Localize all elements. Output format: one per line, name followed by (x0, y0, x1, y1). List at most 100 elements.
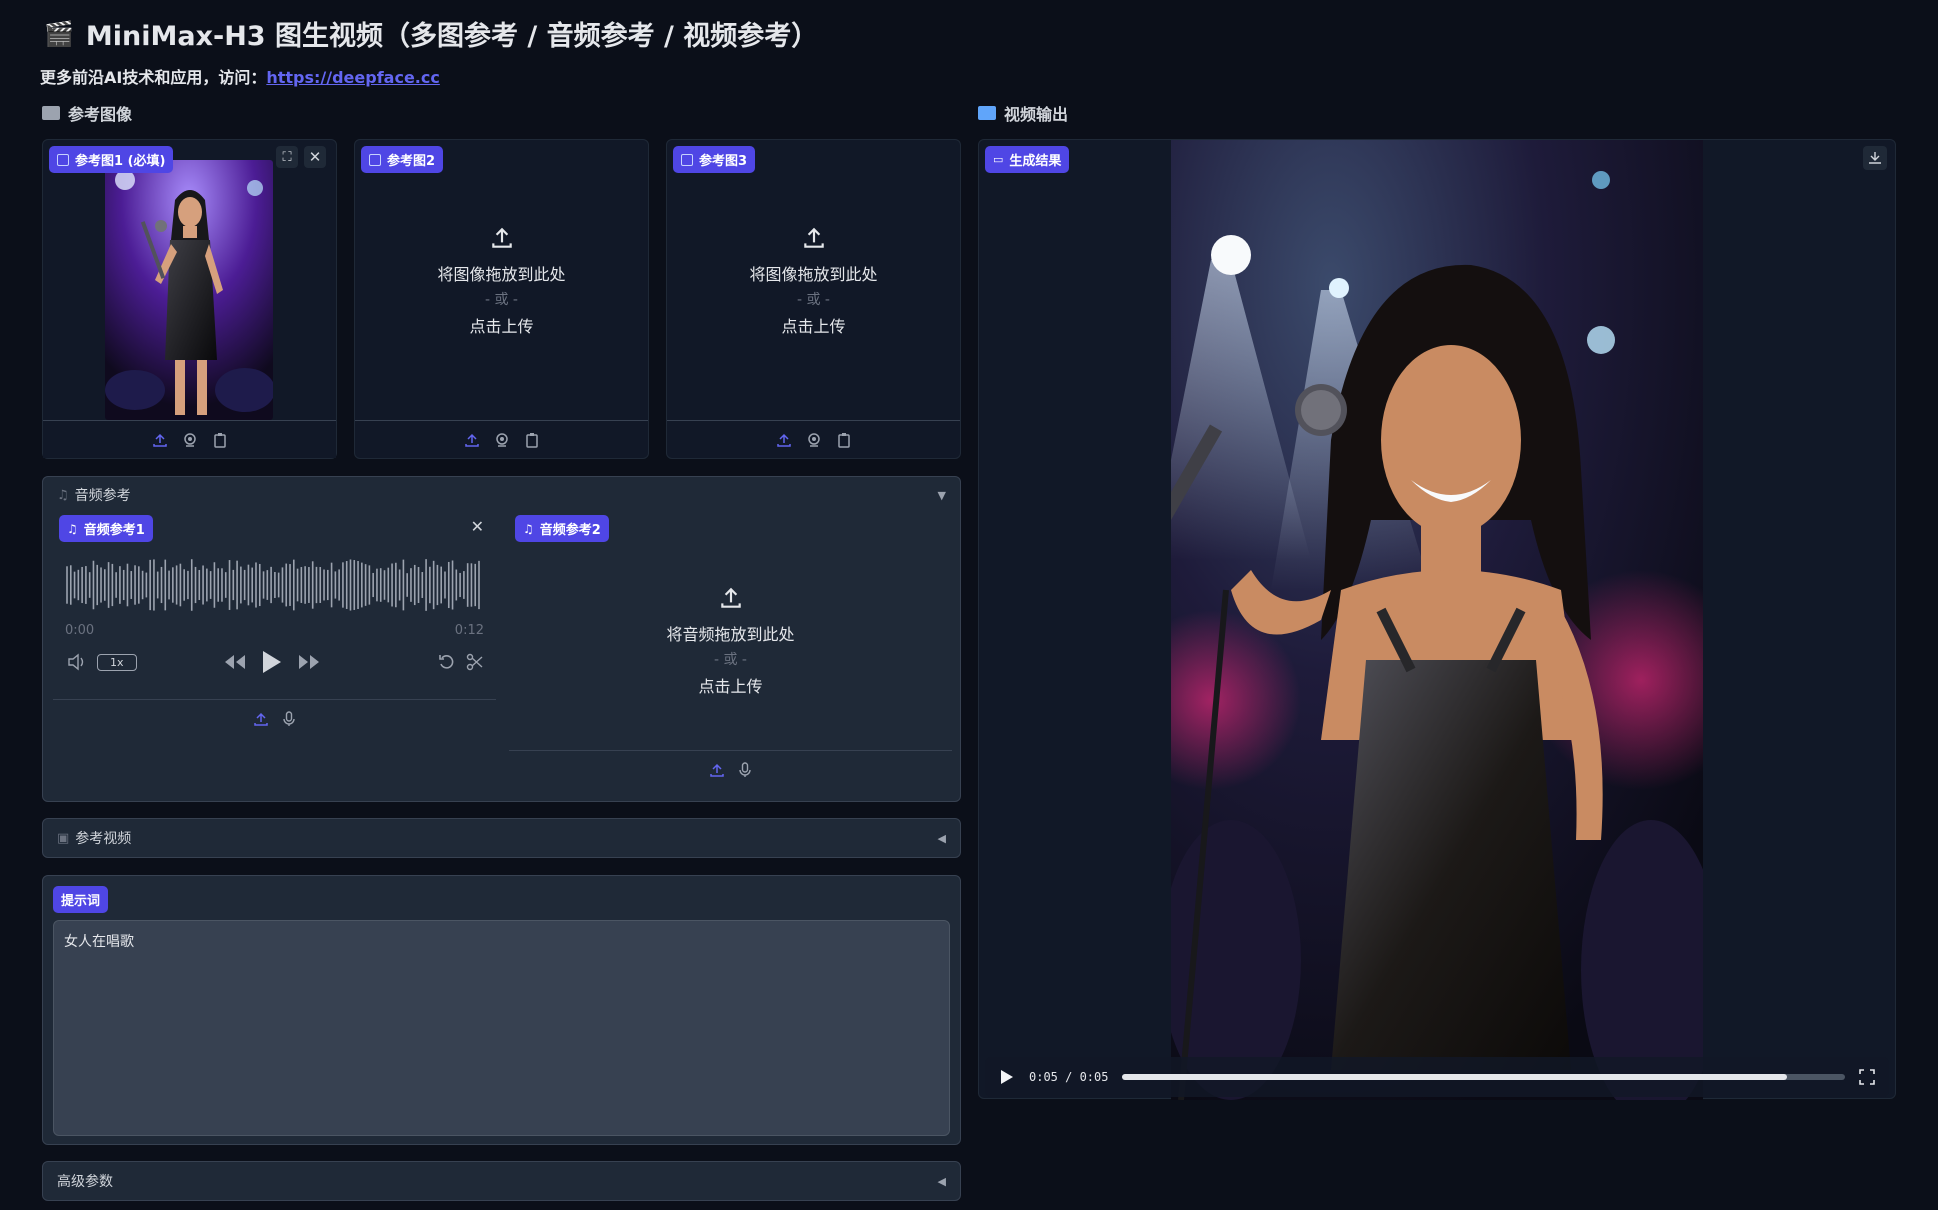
reference-image-2-badge-text: 参考图2 (387, 154, 436, 169)
reference-video-title: 参考视频 (75, 831, 132, 847)
download-button[interactable] (1863, 146, 1887, 170)
reference-image-2[interactable]: 参考图2 将图像拖放到此处 - 或 - 点击上传 (354, 139, 649, 459)
reference-image-2-badge: 参考图2 (361, 146, 444, 173)
drop-hint: 将音频拖放到此处 (666, 625, 795, 644)
reference-video-accordion[interactable]: ▣ 参考视频 ◀ (42, 818, 961, 858)
trim-scissors-icon[interactable] (466, 653, 484, 671)
divider (509, 750, 952, 751)
rewind-icon[interactable] (223, 653, 247, 671)
prompt-textarea[interactable]: 女人在唱歌 (53, 920, 950, 1136)
video-icon: ▭ (993, 153, 1004, 166)
audio-reference-2[interactable]: ♫ 音频参考2 将音频拖放到此处 - 或 - 点击上传 (509, 515, 952, 797)
image-2-dropzone[interactable]: 将图像拖放到此处 - 或 - 点击上传 (355, 225, 648, 337)
webcam-icon[interactable] (182, 432, 198, 448)
collapse-caret-left-icon[interactable]: ◀ (938, 832, 946, 845)
or-separator: - 或 - (713, 652, 747, 668)
audio-reference-panel: ♫ 音频参考 ▼ ♫ 音频参考1 ✕ 0:00 0:12 1x ♫ 音频参考2 … (42, 476, 961, 802)
video-camera-icon: ▣ (57, 830, 70, 846)
advanced-params-accordion[interactable]: 高级参数 ◀ (42, 1161, 961, 1201)
click-upload-hint: 点击上传 (781, 317, 846, 336)
or-separator: - 或 - (796, 292, 830, 308)
video-output-title: 视频输出 (1004, 105, 1069, 124)
video-controls: 0:05 / 0:05 (985, 1057, 1889, 1097)
video-output-label: 视频输出 (978, 101, 1068, 125)
audio-time-start: 0:00 (65, 623, 95, 638)
audio-edit-controls (438, 653, 484, 671)
reference-image-3[interactable]: 参考图3 将图像拖放到此处 - 或 - 点击上传 (666, 139, 961, 459)
generated-result-badge-text: 生成结果 (1009, 154, 1062, 169)
webcam-icon[interactable] (494, 432, 510, 448)
upload-arrow-icon (491, 227, 512, 248)
image-section-icon (42, 106, 60, 120)
play-icon[interactable] (999, 1068, 1015, 1086)
image-icon (57, 153, 69, 166)
reference-photo-1 (105, 160, 273, 420)
reference-image-1-badge: 参考图1 (必填) (49, 146, 174, 173)
music-icon: ♫ (67, 521, 78, 536)
clipboard-icon[interactable] (836, 432, 852, 448)
image-1-source-toolbar (43, 420, 336, 458)
clapper-icon: 🎬 (44, 19, 74, 48)
fast-forward-icon[interactable] (297, 653, 321, 671)
audio-reference-2-badge: ♫ 音频参考2 (515, 515, 609, 542)
click-upload-hint: 点击上传 (469, 317, 534, 336)
advanced-params-title: 高级参数 (57, 1174, 113, 1190)
music-icon: ♫ (523, 521, 534, 536)
upload-icon[interactable] (464, 432, 480, 448)
volume-icon[interactable] (67, 653, 87, 671)
deepface-link[interactable]: https://deepface.cc (266, 68, 440, 87)
close-icon[interactable]: ✕ (304, 146, 326, 168)
image-1-actions: ⛶ ✕ (276, 146, 326, 168)
clipboard-icon[interactable] (524, 432, 540, 448)
audio-1-source-toolbar (53, 711, 496, 727)
audio-reference-header[interactable]: ♫ 音频参考 ▼ (43, 477, 960, 513)
image-icon (369, 153, 381, 166)
subtitle: 更多前沿AI技术和应用，访问：https://deepface.cc (40, 64, 440, 88)
video-progress-bar[interactable] (1122, 1074, 1845, 1080)
playback-speed-button[interactable]: 1x (97, 653, 137, 671)
reset-icon[interactable] (438, 653, 456, 671)
upload-icon[interactable] (253, 711, 269, 727)
image-3-source-toolbar (667, 420, 960, 458)
audio-left-controls: 1x (67, 653, 137, 671)
drop-hint: 将图像拖放到此处 (749, 265, 878, 284)
clipboard-icon[interactable] (212, 432, 228, 448)
webcam-icon[interactable] (806, 432, 822, 448)
reference-image-1[interactable]: 参考图1 (必填) ⛶ ✕ (42, 139, 337, 459)
upload-arrow-icon (720, 587, 741, 608)
upload-arrow-icon (803, 227, 824, 248)
collapse-caret-left-icon[interactable]: ◀ (938, 1175, 946, 1188)
prompt-badge: 提示词 (53, 886, 109, 913)
page-title-text: MiniMax-H3 图生视频（多图参考 / 音频参考 / 视频参考） (85, 21, 819, 52)
fullscreen-icon[interactable]: ⛶ (276, 146, 298, 168)
video-progress-fill (1122, 1074, 1788, 1080)
audio-reference-1-badge-text: 音频参考1 (83, 523, 145, 538)
reference-images-label: 参考图像 (42, 101, 132, 125)
generated-video-frame[interactable] (1171, 140, 1703, 1100)
image-3-dropzone[interactable]: 将图像拖放到此处 - 或 - 点击上传 (667, 225, 960, 337)
microphone-icon[interactable] (281, 711, 297, 727)
reference-image-3-badge: 参考图3 (673, 146, 756, 173)
fullscreen-icon[interactable] (1859, 1069, 1875, 1085)
music-note-icon: ♫ (57, 487, 69, 503)
divider (53, 699, 496, 700)
play-icon[interactable] (261, 649, 283, 675)
or-separator: - 或 - (484, 292, 518, 308)
prompt-panel: 提示词 女人在唱歌 (42, 875, 961, 1145)
reference-image-3-badge-text: 参考图3 (699, 154, 748, 169)
upload-icon[interactable] (776, 432, 792, 448)
video-time: 0:05 / 0:05 (1029, 1070, 1109, 1084)
close-icon[interactable]: ✕ (471, 517, 484, 536)
audio-reference-2-badge-text: 音频参考2 (539, 523, 601, 538)
collapse-caret-down-icon[interactable]: ▼ (938, 489, 946, 502)
download-icon (1869, 152, 1881, 164)
upload-icon[interactable] (709, 762, 725, 778)
upload-icon[interactable] (152, 432, 168, 448)
audio-waveform[interactable] (65, 559, 481, 611)
microphone-icon[interactable] (737, 762, 753, 778)
audio-2-dropzone[interactable]: 将音频拖放到此处 - 或 - 点击上传 (509, 585, 952, 697)
drop-hint: 将图像拖放到此处 (437, 265, 566, 284)
page-title: 🎬 MiniMax-H3 图生视频（多图参考 / 音频参考 / 视频参考） (44, 14, 818, 53)
image-2-source-toolbar (355, 420, 648, 458)
audio-time-end: 0:12 (454, 623, 484, 638)
